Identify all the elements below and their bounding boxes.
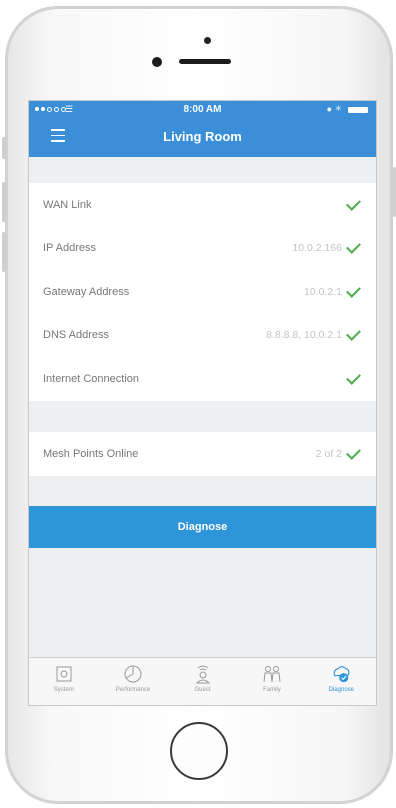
proximity-sensor — [204, 37, 211, 44]
tab-label: Family — [263, 687, 281, 693]
row-label: IP Address — [43, 242, 96, 255]
alarm-icon: ● — [326, 104, 332, 114]
status-row-ip-address: IP Address 10.0.2.166 — [29, 227, 376, 271]
volume-down-button — [2, 232, 6, 272]
row-value: 2 of 2 — [315, 447, 342, 460]
volume-up-button — [2, 182, 6, 222]
earpiece-speaker — [179, 59, 231, 64]
status-row-wan-link: WAN Link — [29, 183, 376, 227]
status-row-mesh-points: Mesh Points Online 2 of 2 — [29, 432, 376, 476]
check-icon — [346, 444, 361, 460]
power-button — [392, 167, 396, 217]
row-value: 10.0.2.166 — [292, 242, 342, 255]
app-screen: ☰ 8:00 AM ● ∗ Living Room WAN Link IP Ad… — [28, 100, 377, 706]
row-value: 8.8.8.8, 10.0.2.1 — [266, 329, 342, 342]
battery-icon — [348, 107, 368, 113]
mute-switch — [2, 137, 6, 159]
mesh-status-card: Mesh Points Online 2 of 2 — [29, 432, 376, 476]
check-icon — [346, 239, 361, 255]
check-icon — [346, 282, 361, 298]
home-button[interactable] — [170, 722, 228, 780]
system-icon — [54, 664, 74, 684]
front-camera — [152, 57, 162, 67]
check-icon — [346, 369, 361, 385]
status-bar: ☰ 8:00 AM ● ∗ — [29, 103, 376, 117]
page-title: Living Room — [163, 129, 242, 144]
tab-family[interactable]: Family — [237, 658, 306, 705]
diagnose-button[interactable]: Diagnose — [29, 506, 376, 548]
row-label: WAN Link — [43, 198, 92, 211]
tab-label: Diagnose — [328, 687, 354, 693]
row-label: Mesh Points Online — [43, 447, 139, 460]
tab-diagnose[interactable]: Diagnose — [307, 658, 376, 705]
tab-label: Performance — [115, 687, 151, 693]
tab-label: System — [53, 687, 74, 693]
nav-bar: ☰ 8:00 AM ● ∗ Living Room — [29, 101, 376, 157]
tab-bar: System Performance Guest Family Diagnose — [29, 657, 376, 705]
status-row-gateway-address: Gateway Address 10.0.2.1 — [29, 270, 376, 314]
tab-performance[interactable]: Performance — [98, 658, 167, 705]
status-row-internet-connection: Internet Connection — [29, 357, 376, 401]
tab-guest[interactable]: Guest — [168, 658, 237, 705]
network-status-card: WAN Link IP Address 10.0.2.166 Gateway A… — [29, 183, 376, 401]
performance-icon — [123, 664, 143, 684]
row-label: Gateway Address — [43, 285, 130, 298]
row-label: DNS Address — [43, 329, 110, 342]
status-time: 8:00 AM — [183, 104, 222, 115]
tab-system[interactable]: System — [29, 658, 98, 705]
family-icon — [262, 664, 282, 684]
check-icon — [346, 326, 361, 342]
bluetooth-icon: ∗ — [334, 103, 342, 113]
diagnose-icon — [331, 664, 351, 684]
tab-label: Guest — [194, 687, 211, 693]
check-icon — [346, 195, 361, 211]
status-row-dns-address: DNS Address 8.8.8.8, 10.0.2.1 — [29, 314, 376, 358]
row-label: Internet Connection — [43, 372, 140, 385]
guest-icon — [193, 664, 213, 684]
row-value: 10.0.2.1 — [304, 285, 342, 298]
